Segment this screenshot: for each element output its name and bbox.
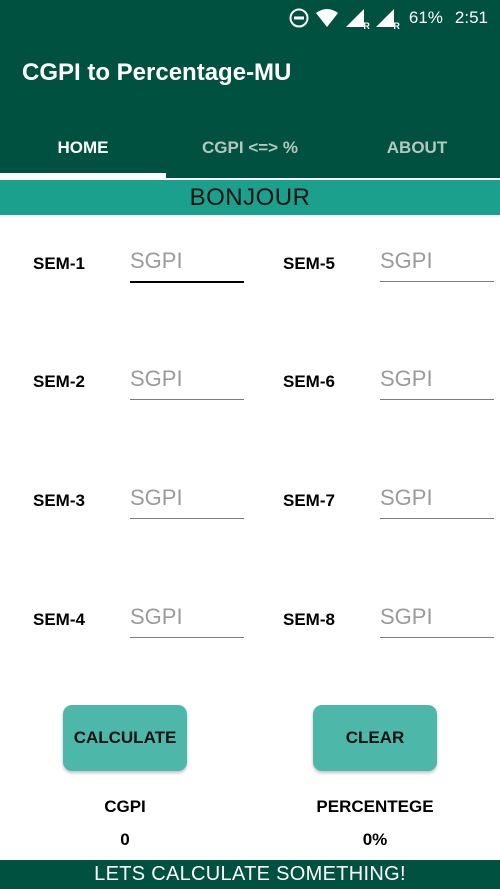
percentage-label: PERCENTEGE: [316, 797, 434, 816]
sem-3-label: SEM-3: [33, 491, 85, 510]
calculate-button[interactable]: CALCULATE: [63, 705, 187, 771]
sem-4-sgpi-input[interactable]: [130, 597, 244, 638]
sem-1-sgpi-input[interactable]: [130, 241, 244, 283]
tab-bar: HOME CGPI <=> % ABOUT: [0, 118, 500, 178]
sem-3-sgpi-input[interactable]: [130, 478, 244, 519]
footer-message: LETS CALCULATE SOMETHING!: [0, 860, 500, 889]
status-icons: R R 61% 2:51: [289, 6, 488, 31]
sem-7-sgpi-input[interactable]: [380, 478, 494, 519]
tab-home[interactable]: HOME: [0, 118, 166, 178]
sem-8-label: SEM-8: [283, 610, 335, 629]
sem-7-label: SEM-7: [283, 491, 335, 510]
roaming-indicator: R: [393, 21, 400, 31]
app-title: CGPI to Percentage-MU: [22, 59, 292, 86]
app-bar: CGPI to Percentage-MU: [0, 34, 500, 118]
sem-8-sgpi-input[interactable]: [380, 597, 494, 638]
sem-4-label: SEM-4: [33, 610, 85, 629]
roaming-indicator: R: [363, 21, 370, 31]
wifi-icon: [315, 9, 338, 27]
tab-about[interactable]: ABOUT: [334, 118, 500, 178]
sem-1-label: SEM-1: [33, 254, 85, 273]
sem-5-sgpi-input[interactable]: [380, 241, 494, 282]
signal-r-icon: R: [345, 8, 370, 31]
sem-2-label: SEM-2: [33, 372, 85, 391]
signal-r-icon: R: [375, 8, 400, 31]
active-tab-indicator: [0, 173, 166, 178]
do-not-disturb-icon: [289, 8, 309, 28]
cgpi-value: 0: [120, 830, 130, 849]
percentage-value: 0%: [362, 830, 388, 849]
sem-6-sgpi-input[interactable]: [380, 359, 494, 400]
clock: 2:51: [454, 8, 488, 27]
battery-level: 61%: [408, 8, 443, 27]
cgpi-label: CGPI: [104, 797, 146, 816]
sem-2-sgpi-input[interactable]: [130, 359, 244, 400]
tab-cgpi-percentage[interactable]: CGPI <=> %: [167, 118, 333, 178]
sem-6-label: SEM-6: [283, 372, 335, 391]
banner: BONJOUR: [0, 180, 500, 215]
status-bar: R R 61% 2:51: [0, 0, 500, 34]
sem-5-label: SEM-5: [283, 254, 335, 273]
clear-button[interactable]: CLEAR: [313, 705, 437, 771]
